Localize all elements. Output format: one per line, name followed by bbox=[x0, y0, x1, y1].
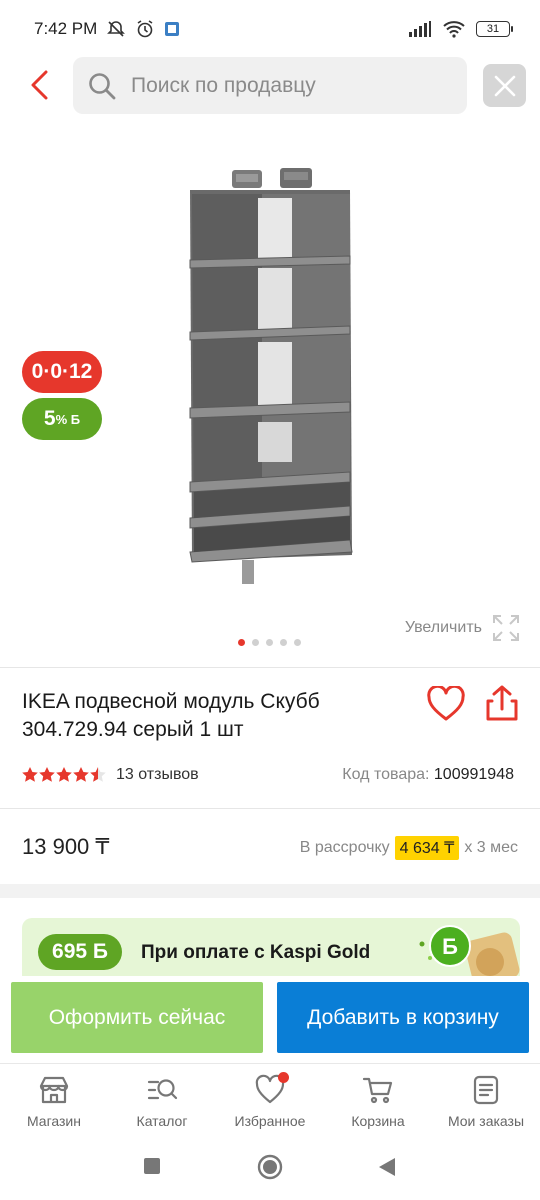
product-gallery[interactable]: 0·0·12 5% Б Увеличить bbox=[0, 130, 540, 660]
bonus-coins-icon: Б bbox=[419, 925, 520, 976]
section-separator bbox=[0, 884, 540, 898]
home-icon[interactable] bbox=[257, 1154, 283, 1180]
divider bbox=[0, 808, 540, 809]
search-icon bbox=[89, 72, 116, 99]
close-search-button[interactable] bbox=[483, 64, 526, 107]
promo-bonus-badge: 695 Б bbox=[38, 934, 122, 970]
back-button[interactable] bbox=[22, 67, 58, 103]
product-code: Код товара: 100991948 bbox=[342, 766, 514, 784]
header: Поиск по продавцу bbox=[0, 57, 540, 115]
svg-text:Б: Б bbox=[442, 934, 458, 959]
price-block: 13 900 ₸ В рассрочку 4 634 ₸ х 3 мес bbox=[0, 810, 540, 884]
pagination-dot[interactable] bbox=[280, 639, 287, 646]
bonus-badge: 5% Б bbox=[22, 398, 102, 440]
bonus-badge-value: 5 bbox=[43, 407, 56, 430]
chevron-left-icon bbox=[31, 70, 48, 100]
promo-text: При оплате с Kaspi Gold bbox=[141, 942, 371, 963]
share-button[interactable] bbox=[484, 684, 520, 722]
pagination-dot[interactable] bbox=[252, 639, 259, 646]
wifi-icon bbox=[442, 20, 466, 38]
sku-label: Код товара: bbox=[342, 766, 430, 783]
status-time: 7:42 PM bbox=[34, 19, 98, 38]
search-input[interactable]: Поиск по продавцу bbox=[73, 57, 467, 114]
installment-label: В рассрочку bbox=[299, 839, 390, 856]
bottom-navigation: Магазин Каталог Избранное Корзина Мои за… bbox=[0, 1063, 540, 1135]
heart-icon bbox=[427, 684, 465, 721]
notification-dot bbox=[278, 1072, 289, 1083]
alarm-icon bbox=[135, 19, 155, 39]
product-info: IKEA подвесной модуль Скубб 304.729.94 с… bbox=[0, 668, 540, 808]
installment-term: х 3 мес bbox=[464, 839, 518, 856]
zoom-label: Увеличить bbox=[404, 619, 482, 636]
system-navigation bbox=[0, 1135, 540, 1200]
mute-icon bbox=[106, 19, 126, 39]
kaspi-gold-promo[interactable]: 695 Б При оплате с Kaspi Gold Б bbox=[22, 918, 520, 976]
gallery-pagination bbox=[238, 639, 301, 646]
installment-amount: 4 634 ₸ bbox=[394, 836, 460, 860]
rating-stars bbox=[22, 767, 108, 783]
add-to-cart-button[interactable]: Добавить в корзину bbox=[277, 982, 529, 1053]
rating[interactable]: 13 отзывов bbox=[22, 766, 199, 784]
sku-value: 100991948 bbox=[433, 766, 514, 783]
close-icon bbox=[494, 75, 515, 96]
action-bar: Оформить сейчас Добавить в корзину bbox=[0, 976, 540, 1062]
installment-info: В рассрочку 4 634 ₸ х 3 мес bbox=[300, 836, 518, 860]
product-image bbox=[189, 168, 353, 584]
status-bar: 7:42 PM 31 bbox=[0, 0, 540, 58]
pagination-dot[interactable] bbox=[238, 639, 245, 646]
buy-now-button[interactable]: Оформить сейчас bbox=[11, 982, 263, 1053]
favorite-button[interactable] bbox=[426, 684, 466, 722]
search-placeholder: Поиск по продавцу bbox=[131, 73, 316, 97]
nav-item-orders[interactable]: Мои заказы bbox=[432, 1064, 540, 1135]
zoom-button[interactable]: Увеличить bbox=[405, 614, 520, 642]
nav-label: Каталог bbox=[136, 1113, 188, 1129]
signal-icon bbox=[408, 21, 432, 37]
cart-icon bbox=[362, 1077, 393, 1104]
nav-label: Корзина bbox=[351, 1113, 405, 1129]
product-title: IKEA подвесной модуль Скубб 304.729.94 с… bbox=[22, 690, 320, 741]
installment-badge: 0·0·12 bbox=[22, 351, 102, 393]
pagination-dot[interactable] bbox=[266, 639, 273, 646]
nav-item-favorites[interactable]: Избранное bbox=[216, 1064, 324, 1135]
nav-label: Магазин bbox=[26, 1113, 81, 1129]
app-notification-icon bbox=[164, 21, 180, 37]
nav-item-catalog[interactable]: Каталог bbox=[108, 1064, 216, 1135]
nav-item-cart[interactable]: Корзина bbox=[324, 1064, 432, 1135]
pagination-dot[interactable] bbox=[294, 639, 301, 646]
nav-item-store[interactable]: Магазин bbox=[0, 1064, 108, 1135]
battery-icon: 31 bbox=[476, 21, 513, 37]
expand-icon bbox=[493, 615, 519, 641]
bonus-badge-suffix: % Б bbox=[55, 411, 81, 427]
share-icon bbox=[486, 685, 518, 721]
price: 13 900 ₸ bbox=[22, 834, 110, 859]
nav-label: Избранное bbox=[234, 1113, 306, 1129]
store-icon bbox=[39, 1076, 69, 1104]
reviews-count: 13 отзывов bbox=[116, 766, 199, 783]
recents-icon[interactable] bbox=[143, 1157, 161, 1175]
catalog-search-icon bbox=[147, 1079, 178, 1100]
nav-label: Мои заказы bbox=[447, 1113, 525, 1129]
back-triangle-icon[interactable] bbox=[377, 1156, 397, 1178]
orders-icon bbox=[473, 1075, 499, 1105]
